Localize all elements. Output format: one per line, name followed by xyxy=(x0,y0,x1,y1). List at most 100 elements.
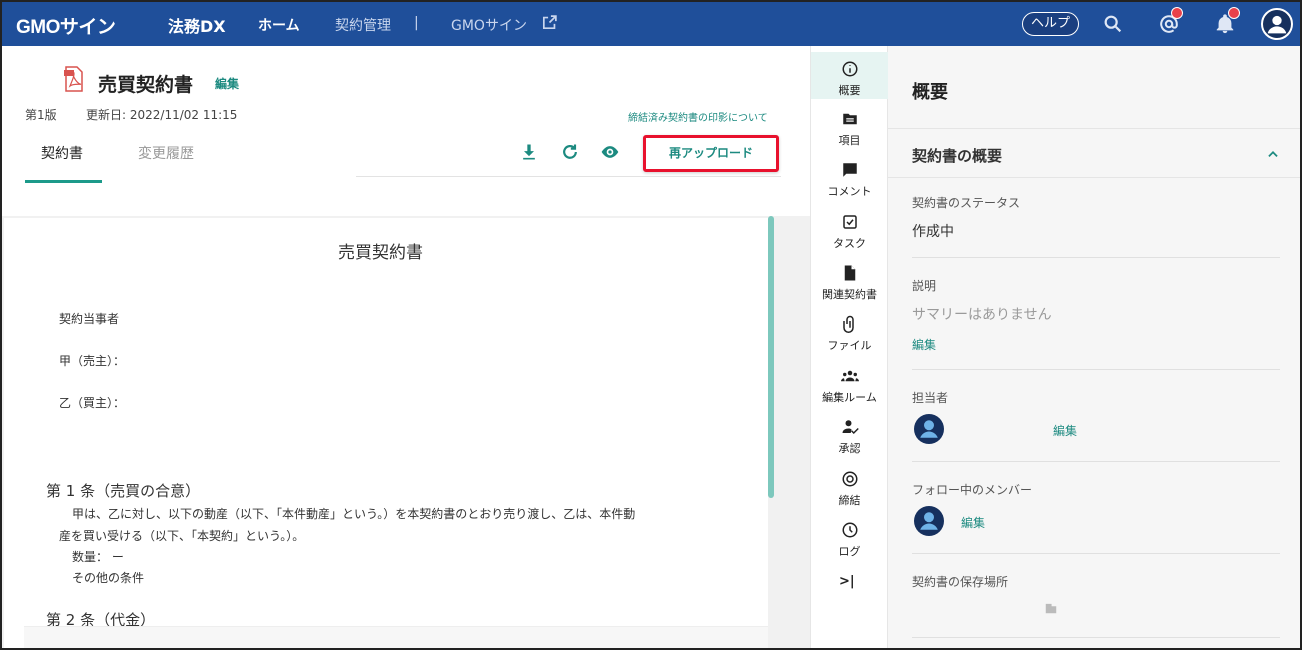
nav-gmo-sign[interactable]: GMOサイン xyxy=(451,15,527,35)
reupload-button[interactable]: 再アップロード xyxy=(643,135,779,172)
rail-label: 編集ルーム xyxy=(822,391,877,404)
tab-contract[interactable]: 契約書 xyxy=(41,143,83,163)
article-1-heading: 第 1 条（売買の合意） xyxy=(46,482,201,500)
divider xyxy=(356,176,781,177)
download-icon[interactable] xyxy=(519,142,539,162)
seal-info-link[interactable]: 締結済み契約書の印影について xyxy=(628,109,768,124)
divider xyxy=(912,637,1280,638)
edit-title-link[interactable]: 編集 xyxy=(215,75,239,92)
page-footer-overlay xyxy=(24,626,768,648)
rail-label: 項目 xyxy=(838,134,861,147)
nav-home[interactable]: ホーム xyxy=(258,15,300,35)
rail-item-comments[interactable]: コメント xyxy=(811,153,888,203)
user-avatar[interactable] xyxy=(1261,8,1293,40)
rail-label: 締結 xyxy=(838,494,861,507)
followers-label: フォロー中のメンバー xyxy=(912,483,1033,497)
folder-icon xyxy=(843,113,857,125)
rail-label: 概要 xyxy=(838,84,861,97)
notification-badge xyxy=(1228,7,1240,19)
help-button[interactable]: ヘルプ xyxy=(1022,12,1080,36)
status-value: 作成中 xyxy=(912,224,954,240)
user-check-icon xyxy=(842,420,859,435)
panel-title: 概要 xyxy=(912,82,948,103)
scrollbar-thumb[interactable] xyxy=(768,216,774,498)
section-title: 契約書の概要 xyxy=(912,147,1003,165)
brand-logo[interactable]: GMOサイン xyxy=(16,12,116,39)
divider xyxy=(912,257,1280,258)
rail-item-files[interactable]: ファイル xyxy=(811,307,888,357)
document-panel: 売買契約書 編集 第1版 更新日: 2022/11/02 11:15 締結済み契… xyxy=(2,46,810,648)
description-label: 説明 xyxy=(912,279,937,293)
rail-item-log[interactable]: ログ xyxy=(811,513,888,563)
updated-date: 更新日: 2022/11/02 11:15 xyxy=(86,108,238,122)
user-icon xyxy=(920,512,938,530)
chevron-up-icon[interactable] xyxy=(1266,147,1280,161)
side-icon-rail: 概要 項目 コメント タスク 関連契約書 ファイル 編集ルーム 承認 締結 ログ… xyxy=(810,46,888,648)
document-page: 売買契約書 契約当事者 甲（売主）： 乙（買主）： 第 1 条（売買の合意） 甲… xyxy=(4,218,768,648)
user-icon xyxy=(920,420,938,438)
rail-item-conclusion[interactable]: 締結 xyxy=(811,462,888,512)
active-tab-indicator xyxy=(25,180,102,183)
divider xyxy=(912,461,1280,462)
page-title: 売買契約書 xyxy=(338,243,423,263)
rail-label: 承認 xyxy=(838,442,861,455)
refresh-icon[interactable] xyxy=(560,142,580,162)
app-window: GMOサイン 法務DX ホーム 契約管理 | GMOサイン ヘルプ 売買契約書 … xyxy=(0,0,1302,650)
quantity-line: 数量： ー xyxy=(72,550,124,564)
document-icon xyxy=(844,265,856,281)
pdf-icon xyxy=(64,66,83,92)
divider xyxy=(912,553,1280,554)
rail-item-tasks[interactable]: タスク xyxy=(811,205,888,255)
nav-contract-management[interactable]: 契約管理 xyxy=(335,15,391,35)
paperclip-icon xyxy=(843,315,854,333)
article-1-text: 甲は、乙に対し、以下の動産（以下、「本件動産」という。）を本契約書のとおり売り渡… xyxy=(72,507,636,521)
group-icon xyxy=(841,370,859,382)
owner-avatar xyxy=(914,414,944,444)
comment-icon xyxy=(843,163,857,177)
followers-edit-link[interactable]: 編集 xyxy=(961,514,985,531)
owner-edit-link[interactable]: 編集 xyxy=(1053,422,1077,439)
mention-badge xyxy=(1171,7,1183,19)
parties-heading: 契約当事者 xyxy=(59,312,120,326)
top-navbar: GMOサイン 法務DX ホーム 契約管理 | GMOサイン ヘルプ xyxy=(2,2,1300,46)
article-1-text-cont: 産を買い受ける（以下、「本契約」という。）。 xyxy=(59,529,305,543)
eye-icon[interactable] xyxy=(600,142,620,162)
storage-label: 契約書の保存場所 xyxy=(912,575,1009,589)
nav-separator: | xyxy=(414,15,419,31)
rail-label: コメント xyxy=(827,185,872,198)
document-header: 売買契約書 編集 第1版 更新日: 2022/11/02 11:15 締結済み契… xyxy=(2,46,810,216)
document-viewer[interactable]: 売買契約書 契約当事者 甲（売主）： 乙（買主）： 第 1 条（売買の合意） 甲… xyxy=(2,216,810,648)
rail-item-overview[interactable]: 概要 xyxy=(811,52,888,99)
rail-label: ログ xyxy=(838,545,861,558)
collapse-panel-icon[interactable]: >| xyxy=(839,574,855,589)
party-a-label: 甲（売主）： xyxy=(59,354,126,368)
overview-panel: 概要 契約書の概要 契約書のステータス 作成中 説明 サマリーはありません 編集… xyxy=(888,46,1300,648)
description-value: サマリーはありません xyxy=(912,307,1052,323)
section-header[interactable]: 契約書の概要 xyxy=(888,128,1300,178)
version-label: 第1版 xyxy=(25,108,57,122)
rail-item-related-contracts[interactable]: 関連契約書 xyxy=(811,256,888,306)
external-link-icon[interactable] xyxy=(541,14,558,31)
rail-label: ファイル xyxy=(827,339,872,352)
info-icon xyxy=(842,61,858,77)
description-edit-link[interactable]: 編集 xyxy=(912,336,936,353)
rail-item-edit-room[interactable]: 編集ルーム xyxy=(811,359,888,409)
building-icon xyxy=(1045,603,1057,614)
rail-label: 関連契約書 xyxy=(822,288,877,301)
document-title: 売買契約書 xyxy=(98,74,194,96)
other-conditions-line: その他の条件 xyxy=(72,571,145,585)
rail-item-approval[interactable]: 承認 xyxy=(811,410,888,460)
party-b-label: 乙（買主）： xyxy=(59,396,126,410)
search-icon[interactable] xyxy=(1102,13,1124,35)
brand-product[interactable]: 法務DX xyxy=(168,13,226,37)
target-icon xyxy=(842,471,858,487)
follower-avatar xyxy=(914,506,944,536)
checkbox-icon xyxy=(843,215,857,229)
owner-label: 担当者 xyxy=(912,391,949,405)
divider xyxy=(912,369,1280,370)
rail-label: タスク xyxy=(833,237,866,250)
rail-item-fields[interactable]: 項目 xyxy=(811,102,888,152)
tab-change-history[interactable]: 変更履歴 xyxy=(138,143,194,163)
status-label: 契約書のステータス xyxy=(912,196,1021,210)
clock-icon xyxy=(842,522,858,538)
